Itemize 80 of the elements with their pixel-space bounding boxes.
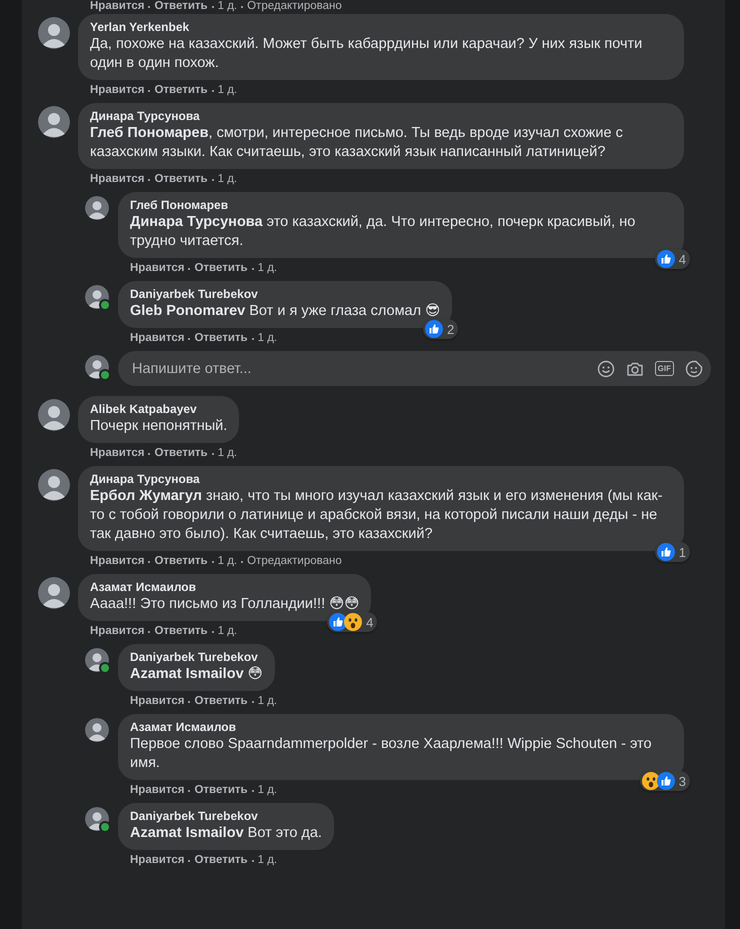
comment-text: Azamat Ismailov 😳 xyxy=(130,665,263,684)
like-link[interactable]: Нравится xyxy=(90,0,144,13)
reply-link[interactable]: Ответить xyxy=(194,784,248,797)
like-link[interactable]: Нравится xyxy=(130,784,184,797)
reaction-badge[interactable]: 1 xyxy=(654,542,690,562)
timestamp-link[interactable]: 1 д. xyxy=(258,332,278,345)
author-name[interactable]: Daniyarbek Turebekov xyxy=(130,809,322,824)
reply-field[interactable]: Напишите ответ... GIF xyxy=(118,351,711,386)
avatar[interactable] xyxy=(38,577,70,609)
reaction-badge[interactable]: 3 xyxy=(640,771,690,791)
reaction-count: 4 xyxy=(366,614,374,630)
reaction-badge[interactable]: 4 xyxy=(654,249,690,269)
like-link[interactable]: Нравится xyxy=(90,173,144,186)
like-link[interactable]: Нравится xyxy=(130,854,184,867)
reply-link[interactable]: Ответить xyxy=(194,262,248,275)
like-icon xyxy=(656,772,675,790)
like-link[interactable]: Нравится xyxy=(130,262,184,275)
avatar[interactable] xyxy=(85,718,109,742)
like-link[interactable]: Нравится xyxy=(90,625,144,638)
comment-text: Первое слово Spaarndammerpolder - возле Хаарлема!!! Wippie Schouten - это имя. xyxy=(130,735,653,773)
timestamp-link[interactable]: 1 д. xyxy=(258,854,278,867)
timestamp-link[interactable]: 1 д. xyxy=(218,0,238,13)
edited-label: Отредактировано xyxy=(247,555,342,568)
reply-link[interactable]: Ответить xyxy=(154,447,208,460)
like-icon xyxy=(656,250,675,268)
like-link[interactable]: Нравится xyxy=(90,84,144,97)
sticker-icon[interactable] xyxy=(685,360,703,378)
comment-text: Ербол Жумагул знаю, что ты много изучал казахский язык и его изменения (мы как-то с тобой говорили о латинице и арабской вязи, на которой писали наши деды - не так давно это было). Как считаешь, это казахский? xyxy=(90,487,664,544)
reaction-badge[interactable]: 4 xyxy=(327,612,378,632)
like-link[interactable]: Нравится xyxy=(130,332,184,345)
comment-text: Почерк непонятный. xyxy=(90,417,228,436)
author-name[interactable]: Динара Турсунова xyxy=(90,109,672,124)
like-link[interactable]: Нравится xyxy=(130,695,184,708)
author-name[interactable]: Yerlan Yerkenbek xyxy=(90,20,672,35)
author-name[interactable]: Daniyarbek Turebekov xyxy=(130,650,263,665)
timestamp-link[interactable]: 1 д. xyxy=(258,695,278,708)
avatar[interactable] xyxy=(85,196,109,220)
author-name[interactable]: Alibek Katpabayev xyxy=(90,402,228,417)
author-name[interactable]: Азамат Исмаилов xyxy=(130,720,672,735)
timestamp-link[interactable]: 1 д. xyxy=(258,784,278,797)
reaction-count: 4 xyxy=(678,252,686,266)
comment-text: Да, похоже на казахский. Может быть кабаррдины или карачаи? У них язык почти один в один похож. xyxy=(90,35,644,73)
author-name[interactable]: Глеб Пономарев xyxy=(130,198,672,213)
comment-text: Gleb Ponomarev Вот и я уже глаза сломал 😎 xyxy=(130,302,440,321)
reply-link[interactable]: Ответить xyxy=(194,854,248,867)
reply-link[interactable]: Ответить xyxy=(154,625,208,638)
gif-button[interactable]: GIF xyxy=(654,361,674,376)
timestamp-link[interactable]: 1 д. xyxy=(218,555,238,568)
like-icon xyxy=(656,543,675,561)
timestamp-link[interactable]: 1 д. xyxy=(218,173,238,186)
avatar[interactable] xyxy=(38,17,70,49)
emoji-icon[interactable] xyxy=(596,360,615,378)
timestamp-link[interactable]: 1 д. xyxy=(218,625,238,638)
timestamp-link[interactable]: 1 д. xyxy=(218,447,238,460)
comment-text: Глеб Пономарев, смотри, интересное письмо. Ты ведь вроде изучал схожие с казахским языки. Как считаешь, это казахский язык написанный латиницей? xyxy=(90,124,624,162)
reply-link[interactable]: Ответить xyxy=(194,332,248,345)
author-name[interactable]: Динара Турсунова xyxy=(90,472,672,487)
like-link[interactable]: Нравится xyxy=(90,555,144,568)
reply-link[interactable]: Ответить xyxy=(154,84,208,97)
comment-text: Динара Турсунова это казахский, да. Что интересно, почерк красивый, но трудно читается. xyxy=(130,213,636,251)
avatar[interactable] xyxy=(38,106,70,138)
timestamp-link[interactable]: 1 д. xyxy=(218,84,238,97)
reply-link[interactable]: Ответить xyxy=(154,173,208,186)
reply-link[interactable]: Ответить xyxy=(194,695,248,708)
comment-text: Аааа!!! Это письмо из Голландии!!! 😳😳 xyxy=(90,595,360,614)
comment-text: Azamat Ismailov Вот это да. xyxy=(130,824,322,843)
edited-label: Отредактировано xyxy=(247,0,342,13)
like-icon xyxy=(424,320,443,338)
timestamp-link[interactable]: 1 д. xyxy=(258,262,278,275)
author-name[interactable]: Daniyarbek Turebekov xyxy=(130,287,440,302)
like-link[interactable]: Нравится xyxy=(90,447,144,460)
avatar[interactable] xyxy=(38,469,70,501)
reply-link[interactable]: Ответить xyxy=(154,555,208,568)
author-name[interactable]: Азамат Исмаилов xyxy=(90,580,360,595)
reaction-badge[interactable]: 2 xyxy=(422,319,458,339)
reaction-count: 2 xyxy=(446,322,454,336)
reaction-count: 3 xyxy=(678,774,686,788)
avatar[interactable] xyxy=(38,399,70,431)
reaction-count: 1 xyxy=(678,544,686,560)
reply-link[interactable]: Ответить xyxy=(154,0,208,13)
